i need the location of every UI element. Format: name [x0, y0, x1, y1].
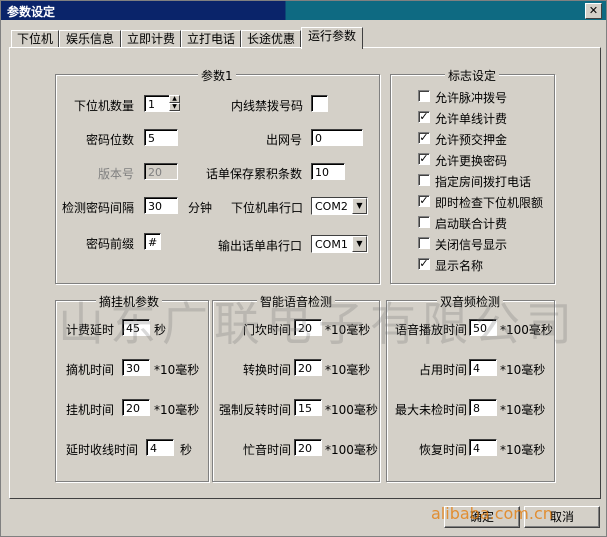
flag-checkbox[interactable] — [418, 174, 430, 186]
slave-count-value: 1 — [148, 98, 155, 111]
voice-row-input[interactable]: 15 — [294, 399, 322, 416]
flag-label: 允许单线计费 — [435, 112, 508, 126]
chevron-down-icon[interactable]: ▼ — [352, 236, 367, 252]
internal-forbidden-input[interactable] — [311, 95, 328, 112]
flag-label: 允许脉冲拨号 — [435, 91, 508, 105]
dtmf-row-label: 最大未检时间 — [395, 403, 468, 417]
flag-checkbox[interactable]: ✓ — [418, 195, 430, 207]
flag-label: 即时检查下位机限额 — [435, 196, 544, 210]
hook-row-input[interactable]: 30 — [122, 359, 150, 376]
tab-slave[interactable]: 下位机 — [11, 30, 59, 48]
dtmf-row-label: 恢复时间 — [419, 443, 468, 457]
voice-row-unit: *10毫秒 — [325, 363, 371, 377]
slave-port-label: 下位机串行口 — [231, 201, 304, 215]
bill-port-value: COM1 — [315, 238, 348, 251]
voice-row-label: 忙音时间 — [243, 443, 292, 457]
pwd-digits-label: 密码位数 — [86, 133, 135, 147]
voice-row-input[interactable]: 20 — [294, 439, 322, 456]
voice-row-unit: *100毫秒 — [325, 403, 378, 417]
hook-row-unit: 秒 — [180, 443, 193, 457]
bill-accum-label: 话单保存累积条数 — [206, 167, 303, 181]
hook-row-unit: *10毫秒 — [154, 363, 200, 377]
version-label: 版本号 — [98, 167, 135, 181]
spin-buttons[interactable]: ▲ ▼ — [169, 95, 180, 112]
params1-group: 参数1 下位机数量 1 ▲ ▼ 内线禁拨号码 密码位数 5 出网号 0 版本号 … — [55, 67, 380, 284]
flag-label: 指定房间拨打电话 — [435, 175, 532, 189]
slave-port-select[interactable]: COM2 ▼ — [311, 197, 368, 215]
dialog-window: 参数设定 ✕ 下位机 娱乐信息 立即计费 立打电话 长途优惠 运行参数 参数1 … — [0, 0, 607, 537]
voice-row-label: 强制反转时间 — [219, 403, 292, 417]
flag-checkbox[interactable]: ✓ — [418, 132, 430, 144]
dtmf-row-unit: *10毫秒 — [500, 403, 546, 417]
pwd-digits-input[interactable]: 5 — [144, 129, 178, 146]
voice-row-input[interactable]: 20 — [294, 359, 322, 376]
internal-forbidden-label: 内线禁拨号码 — [231, 99, 304, 113]
chevron-down-icon[interactable]: ▼ — [352, 198, 367, 214]
flag-label: 启动联合计费 — [435, 217, 508, 231]
hook-row-input[interactable]: 20 — [122, 399, 150, 416]
voice-row-label: 转换时间 — [243, 363, 292, 377]
dtmf-row-input[interactable]: 4 — [469, 439, 497, 456]
tab-run-params[interactable]: 运行参数 — [301, 27, 363, 49]
flag-checkbox[interactable]: ✓ — [418, 258, 430, 270]
tab-instant-billing[interactable]: 立即计费 — [121, 30, 181, 48]
dtmf-row-unit: *10毫秒 — [500, 363, 546, 377]
tab-pane: 参数1 下位机数量 1 ▲ ▼ 内线禁拨号码 密码位数 5 出网号 0 版本号 … — [9, 47, 601, 499]
window-title: 参数设定 — [7, 5, 56, 19]
hook-row-label: 挂机时间 — [66, 403, 115, 417]
slave-count-label: 下位机数量 — [74, 99, 135, 113]
flag-label: 允许更换密码 — [435, 154, 508, 168]
flag-label: 允许预交押金 — [435, 133, 508, 147]
outline-input[interactable]: 0 — [311, 129, 363, 146]
dtmf-row-unit: *10毫秒 — [500, 443, 546, 457]
tab-long-distance[interactable]: 长途优惠 — [241, 30, 301, 48]
watermark: 山东广联电子有限公司 — [58, 297, 578, 351]
pwd-interval-unit: 分钟 — [188, 201, 213, 215]
flag-checkbox[interactable]: ✓ — [418, 153, 430, 165]
hook-row-input[interactable]: 4 — [146, 439, 174, 456]
flag-checkbox[interactable] — [418, 237, 430, 249]
flag-checkbox[interactable] — [418, 90, 430, 102]
close-button[interactable]: ✕ — [585, 3, 602, 19]
flags-group: 标志设定 允许脉冲拨号 ✓ 允许单线计费 ✓ 允许预交押金 ✓ 允许更换密码 指… — [390, 67, 555, 284]
flags-title: 标志设定 — [445, 67, 500, 84]
flag-checkbox[interactable]: ✓ — [418, 111, 430, 123]
pwd-prefix-input[interactable]: # — [144, 233, 161, 250]
flag-checkbox[interactable] — [418, 216, 430, 228]
pwd-interval-label: 检测密码间隔 — [62, 201, 135, 215]
checkmark-icon: ✓ — [419, 194, 429, 207]
slave-port-value: COM2 — [315, 200, 348, 213]
hook-row-label: 延时收线时间 — [66, 443, 139, 457]
bill-port-select[interactable]: COM1 ▼ — [311, 235, 368, 253]
checkmark-icon: ✓ — [419, 110, 429, 123]
dtmf-row-input[interactable]: 8 — [469, 399, 497, 416]
hook-row-label: 摘机时间 — [66, 363, 115, 377]
dtmf-row-label: 占用时间 — [419, 363, 468, 377]
pwd-prefix-label: 密码前缀 — [86, 237, 135, 251]
title-bar: 参数设定 ✕ — [1, 1, 606, 20]
watermark-url: alibaba.com.cn — [431, 504, 553, 523]
dtmf-row-input[interactable]: 4 — [469, 359, 497, 376]
pwd-interval-input[interactable]: 30 — [144, 197, 178, 214]
slave-count-stepper[interactable]: 1 ▲ ▼ — [144, 95, 180, 112]
hook-row-unit: *10毫秒 — [154, 403, 200, 417]
tab-direct-call[interactable]: 立打电话 — [181, 30, 241, 48]
bill-port-label: 输出话单串行口 — [218, 239, 303, 253]
flag-label: 显示名称 — [435, 259, 484, 273]
spin-down-icon[interactable]: ▼ — [169, 103, 180, 111]
version-field: 20 — [144, 163, 178, 180]
params1-title: 参数1 — [198, 67, 236, 84]
tab-entertainment[interactable]: 娱乐信息 — [59, 30, 121, 48]
spin-up-icon[interactable]: ▲ — [169, 95, 180, 103]
bill-accum-input[interactable]: 10 — [311, 163, 345, 180]
checkmark-icon: ✓ — [419, 152, 429, 165]
flag-label: 关闭信号显示 — [435, 238, 508, 252]
close-icon: ✕ — [588, 4, 599, 17]
outline-label: 出网号 — [266, 133, 303, 147]
checkmark-icon: ✓ — [419, 257, 429, 270]
voice-row-unit: *100毫秒 — [325, 443, 378, 457]
checkmark-icon: ✓ — [419, 131, 429, 144]
